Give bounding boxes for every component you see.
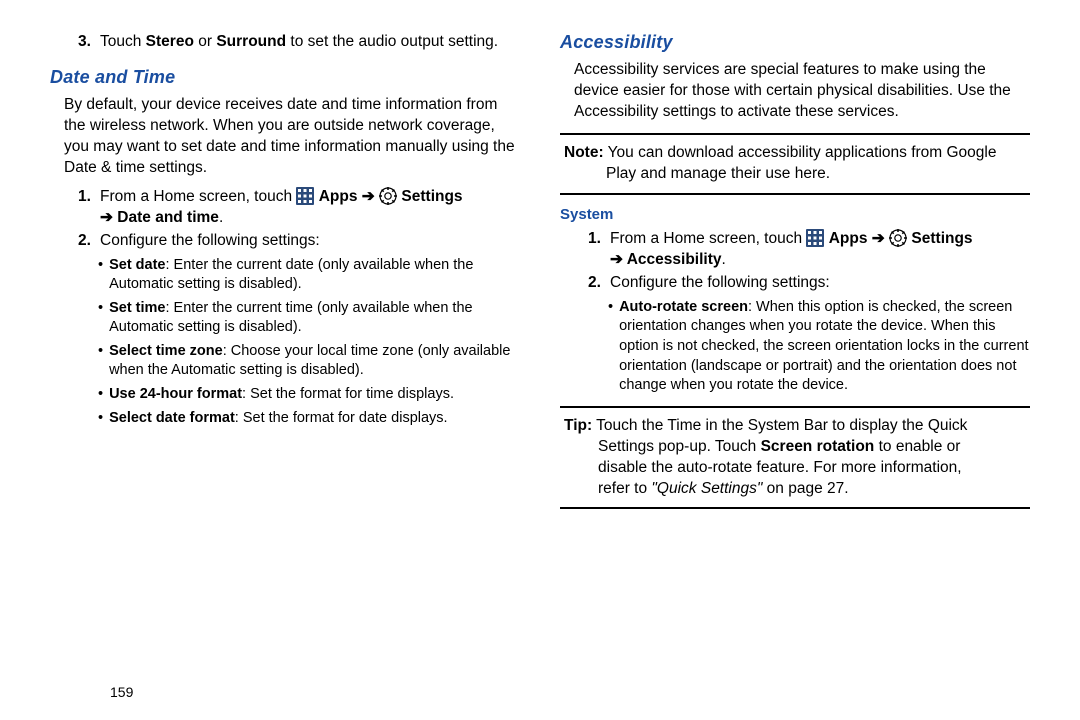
note-line-2: Play and manage their use here. <box>606 164 1026 185</box>
note-line-1: Note: You can download accessibility app… <box>564 143 1026 164</box>
right-column: Accessibility Accessibility services are… <box>560 30 1030 519</box>
t: on page 27. <box>762 480 848 497</box>
note-label: Note: <box>564 143 604 164</box>
t: : Set the format for time displays. <box>242 386 454 402</box>
arrow-icon: ➔ <box>867 230 889 247</box>
manual-page: 3. Touch Stereo or Surround to set the a… <box>0 0 1080 539</box>
paragraph-accessibility: Accessibility services are special featu… <box>574 60 1030 123</box>
settings-label: Settings <box>911 230 972 247</box>
tip-line-4: refer to "Quick Settings" on page 27. <box>598 479 1026 500</box>
heading-accessibility: Accessibility <box>560 30 1030 54</box>
t: to set the audio output setting. <box>286 33 498 50</box>
h: Select time zone <box>109 343 223 359</box>
step-number: 1. <box>588 229 610 271</box>
heading-system: System <box>560 205 1030 225</box>
t: Settings pop-up. Touch <box>598 438 761 455</box>
sys-step-2: 2. Configure the following settings: <box>588 273 1030 294</box>
bullet-select-time-zone: Select time zone: Choose your local time… <box>98 342 520 381</box>
date-and-time-label: Date and time <box>117 209 219 226</box>
apps-label: Apps <box>319 188 358 205</box>
step-number: 1. <box>78 187 100 229</box>
tip-box: Tip: Touch the Time in the System Bar to… <box>560 406 1030 510</box>
bullet-select-date-format: Select date format: Set the format for d… <box>98 409 520 429</box>
step-text: Touch Stereo or Surround to set the audi… <box>100 32 520 53</box>
bullet-set-time: Set time: Enter the current time (only a… <box>98 299 520 338</box>
apps-icon <box>296 187 314 208</box>
step-text: From a Home screen, touch Apps ➔ Setting… <box>610 229 1030 271</box>
t: Touch <box>100 33 146 50</box>
accessibility-label: Accessibility <box>627 251 722 268</box>
screen-rotation-label: Screen rotation <box>761 438 875 455</box>
h: Set time <box>109 300 165 316</box>
t: . <box>722 251 726 268</box>
apps-icon <box>806 229 824 250</box>
tip-label: Tip: <box>564 416 592 437</box>
stereo-label: Stereo <box>146 33 194 50</box>
tip-line-2: Settings pop-up. Touch Screen rotation t… <box>598 437 1026 458</box>
tip-line-1: Tip: Touch the Time in the System Bar to… <box>564 416 1026 437</box>
note-text: You can download accessibility applicati… <box>608 143 1026 164</box>
t: refer to <box>598 480 651 497</box>
arrow-icon: ➔ <box>610 251 627 268</box>
apps-label: Apps <box>829 230 868 247</box>
t: or <box>194 33 216 50</box>
settings-icon <box>889 229 907 250</box>
h: Use 24-hour format <box>109 386 242 402</box>
surround-label: Surround <box>216 33 286 50</box>
quick-settings-ref: "Quick Settings" <box>651 480 762 497</box>
dt-step-2: 2. Configure the following settings: <box>78 231 520 252</box>
h: Set date <box>109 257 165 273</box>
t: . <box>219 209 223 226</box>
left-column: 3. Touch Stereo or Surround to set the a… <box>50 30 520 519</box>
tip-line-3: disable the auto-rotate feature. For mor… <box>598 458 1026 479</box>
h: Select date format <box>109 410 235 426</box>
bullet-set-date: Set date: Enter the current date (only a… <box>98 256 520 295</box>
t: : Set the format for date displays. <box>235 410 448 426</box>
sys-step-1: 1. From a Home screen, touch Apps ➔ Sett… <box>588 229 1030 271</box>
h: Auto-rotate screen <box>619 299 748 315</box>
dt-step-1: 1. From a Home screen, touch Apps ➔ Sett… <box>78 187 520 229</box>
heading-date-and-time: Date and Time <box>50 65 520 89</box>
step-text: From a Home screen, touch Apps ➔ Setting… <box>100 187 520 229</box>
t: to enable or <box>874 438 960 455</box>
audio-step-3: 3. Touch Stereo or Surround to set the a… <box>78 32 520 53</box>
step-text: Configure the following settings: <box>100 231 520 252</box>
t: From a Home screen, touch <box>610 230 806 247</box>
paragraph-date-and-time: By default, your device receives date an… <box>64 95 520 179</box>
step-number: 3. <box>78 32 100 53</box>
arrow-icon: ➔ <box>357 188 379 205</box>
bullet-use-24-hour: Use 24-hour format: Set the format for t… <box>98 385 520 405</box>
bullet-auto-rotate: Auto-rotate screen: When this option is … <box>608 298 1030 396</box>
step-number: 2. <box>588 273 610 294</box>
arrow-icon: ➔ <box>100 209 117 226</box>
settings-label: Settings <box>401 188 462 205</box>
step-text: Configure the following settings: <box>610 273 1030 294</box>
settings-icon <box>379 187 397 208</box>
page-number: 159 <box>110 684 133 700</box>
tip-text: Touch the Time in the System Bar to disp… <box>596 416 1026 437</box>
t: From a Home screen, touch <box>100 188 296 205</box>
note-box: Note: You can download accessibility app… <box>560 133 1030 195</box>
step-number: 2. <box>78 231 100 252</box>
